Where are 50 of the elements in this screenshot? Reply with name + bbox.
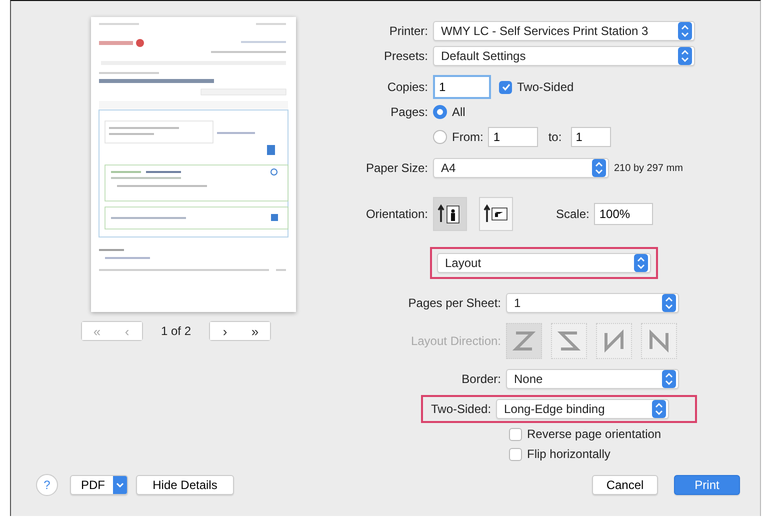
section-dropdown[interactable]: Layout (437, 253, 651, 273)
scale-label: Scale: (556, 207, 590, 221)
stepper-icon (662, 370, 676, 388)
option-label: Reverse page orientation (527, 427, 662, 441)
border-dropdown[interactable]: None (506, 369, 679, 389)
paper-size-dropdown[interactable]: A4 (433, 158, 609, 178)
orientation-button[interactable] (433, 197, 467, 231)
stepper-icon (652, 400, 666, 418)
to-field[interactable]: 1 (570, 127, 611, 147)
stepper-icon (592, 159, 606, 177)
checkbox[interactable] (509, 448, 522, 460)
stepper-icon (678, 22, 692, 40)
from-label: From: (452, 130, 484, 144)
two-sided-label: Two-Sided (517, 80, 574, 94)
printer-label: Printer: (389, 24, 428, 38)
paper-dimensions: 210 by 297 mm (614, 162, 683, 174)
pdf-menu-button[interactable]: PDF (70, 475, 128, 495)
print-button[interactable]: Print (674, 475, 740, 495)
copies-label: Copies: (387, 80, 428, 94)
to-label: to: (548, 130, 562, 144)
pages-label: Pages: (390, 105, 428, 119)
border-label: Border: (462, 372, 501, 386)
checkbox[interactable] (509, 428, 522, 440)
help-button[interactable]: ? (36, 474, 58, 496)
radio-button[interactable] (433, 130, 447, 144)
page-indicator: 1 of 2 (160, 324, 192, 338)
stepper-icon (678, 47, 692, 65)
caret-icon (113, 476, 127, 494)
all-label: All (452, 105, 466, 119)
checkbox[interactable] (499, 80, 512, 94)
pages-per-sheet-label: Pages per Sheet: (408, 296, 501, 310)
orientation-label: Orientation: (366, 207, 428, 221)
option-label: Flip horizontally (527, 447, 610, 461)
radio-button[interactable] (433, 105, 447, 119)
paper-size-label: Paper Size: (366, 161, 428, 175)
presets-label: Presets: (384, 49, 428, 63)
scale-field[interactable]: 100% (594, 203, 654, 225)
cancel-button[interactable]: Cancel (592, 475, 658, 495)
copies-field[interactable]: 1 (433, 75, 491, 99)
layout-direction-label: Layout Direction: (410, 334, 501, 348)
presets-dropdown[interactable]: Default Settings (433, 46, 695, 66)
stepper-icon (662, 294, 676, 312)
two-sided-label: Two-Sided: (431, 402, 492, 416)
two-sided-dropdown[interactable]: Long-Edge binding (496, 399, 670, 419)
printer-dropdown[interactable]: WMY LC - Self Services Print Station 3 (433, 21, 695, 41)
hide-details-button[interactable]: Hide Details (136, 475, 234, 495)
stepper-icon (634, 254, 648, 272)
pages-per-sheet-dropdown[interactable]: 1 (506, 293, 679, 313)
from-field[interactable]: 1 (488, 127, 538, 147)
orientation-button[interactable] (479, 197, 513, 231)
